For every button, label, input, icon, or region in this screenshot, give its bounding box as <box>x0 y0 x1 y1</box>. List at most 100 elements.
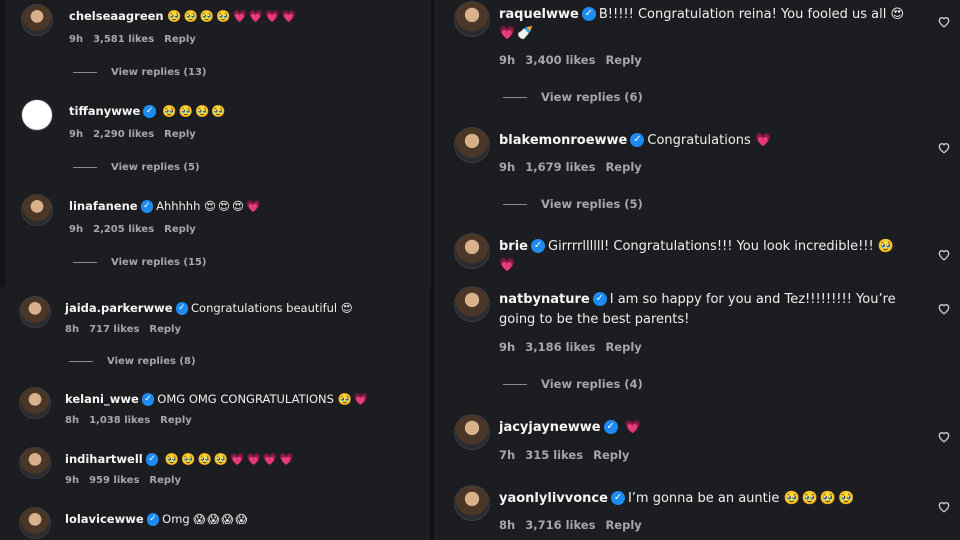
comment-line: blakemonroewwe ✓ Congratulations 💗 <box>499 133 773 148</box>
avatar[interactable] <box>21 194 53 226</box>
reply-link[interactable]: Reply <box>164 34 196 45</box>
view-replies-link[interactable]: View replies (13) <box>73 67 207 78</box>
emoji: 💗 <box>754 132 772 148</box>
comment-text: Congratulations <box>647 132 755 148</box>
likes-count[interactable]: 2,290 likes <box>93 129 154 140</box>
username-link[interactable]: linafanene <box>69 199 138 213</box>
comment-text-continued: going to be the best parents! <box>499 311 690 327</box>
reply-link[interactable]: Reply <box>605 53 641 67</box>
likes-count[interactable]: 3,581 likes <box>93 34 154 45</box>
comment-meta: 9h 3,400 likes Reply <box>499 53 652 67</box>
heart-outline-icon[interactable] <box>937 139 951 158</box>
emoji: 😱 <box>235 512 248 527</box>
heart-outline-icon[interactable] <box>937 498 951 517</box>
avatar[interactable] <box>21 99 53 131</box>
reply-link[interactable]: Reply <box>160 415 192 426</box>
verified-badge-icon: ✓ <box>175 302 189 315</box>
avatar[interactable] <box>454 485 490 521</box>
likes-count[interactable]: 1,038 likes <box>89 415 150 426</box>
emoji: 🥹 <box>801 490 818 506</box>
likes-count[interactable]: 1,679 likes <box>525 160 595 174</box>
replies-divider <box>503 97 527 99</box>
view-replies-label: View replies (6) <box>541 90 643 105</box>
heart-outline-icon[interactable] <box>937 13 951 32</box>
comment-text: OMG OMG CONGRATULATIONS <box>157 391 338 406</box>
likes-count[interactable]: 959 likes <box>89 475 139 486</box>
comment-line-2: going to be the best parents! <box>499 312 689 327</box>
view-replies-label: View replies (15) <box>111 257 207 269</box>
username-link[interactable]: indihartwell <box>65 452 143 466</box>
comment-line: jaida.parkerwwe ✓ Congratulations beautifu… <box>65 301 355 316</box>
likes-count[interactable]: 717 likes <box>89 324 139 335</box>
emoji: 🥹 <box>216 9 231 24</box>
view-replies-link[interactable]: View replies (5) <box>73 162 200 173</box>
likes-count[interactable]: 3,186 likes <box>525 340 595 354</box>
verified-badge-icon: ✓ <box>630 133 645 148</box>
username-link[interactable]: yaonlylivvonce <box>499 491 608 506</box>
view-replies-link[interactable]: View replies (15) <box>73 257 207 268</box>
emoji: 💗 <box>624 419 641 435</box>
timestamp: 7h <box>499 448 516 463</box>
reply-link[interactable]: Reply <box>149 475 181 486</box>
comment-line: lolavicewwe ✓ Omg 😱 😱 😱 😱 <box>65 512 249 527</box>
timestamp: 8h <box>65 415 80 427</box>
likes-count[interactable]: 3,400 likes <box>525 53 595 67</box>
view-replies-link[interactable]: View replies (8) <box>69 356 196 367</box>
replies-divider <box>503 204 527 206</box>
avatar[interactable] <box>454 233 490 269</box>
verified-badge-icon: ✓ <box>146 513 160 526</box>
timestamp: 9h <box>69 224 84 236</box>
timestamp: 9h <box>69 129 84 141</box>
timestamp: 9h <box>69 34 84 46</box>
reply-link[interactable]: Reply <box>605 340 641 354</box>
heart-outline-icon[interactable] <box>937 428 951 447</box>
username-link[interactable]: blakemonroewwe <box>499 133 627 148</box>
reply-link[interactable]: Reply <box>605 160 641 174</box>
comment-meta: 8h 3,716 likes Reply <box>499 518 652 532</box>
comment-line: tiffanywwe ✓ 🥹 🥹 🥹 🥹 <box>69 104 228 119</box>
timestamp: 9h <box>499 340 516 355</box>
comment-meta: 9h 2,205 likes Reply <box>69 224 206 235</box>
username-link[interactable]: brie <box>499 239 528 254</box>
username-link[interactable]: raquelwwe <box>499 7 579 22</box>
likes-count[interactable]: 3,716 likes <box>525 518 595 532</box>
username-link[interactable]: jaida.parkerwwe <box>65 301 173 315</box>
likes-count[interactable]: 2,205 likes <box>93 224 154 235</box>
avatar[interactable] <box>454 127 490 163</box>
reply-link[interactable]: Reply <box>164 224 196 235</box>
replies-divider <box>69 360 93 362</box>
avatar[interactable] <box>454 414 490 450</box>
replies-divider <box>73 166 97 168</box>
avatar[interactable] <box>19 296 51 328</box>
comment-line: kelani_wwe ✓ OMG OMG CONGRATULATIONS 🥹 💗 <box>65 392 370 407</box>
avatar[interactable] <box>454 286 490 322</box>
emoji: 😍 <box>890 6 905 22</box>
emoji: 🥹 <box>877 238 895 254</box>
reply-link[interactable]: Reply <box>593 448 629 462</box>
username-link[interactable]: chelseaagreen <box>69 9 164 23</box>
likes-count[interactable]: 315 likes <box>525 448 583 462</box>
username-link[interactable]: kelani_wwe <box>65 392 139 406</box>
avatar[interactable] <box>19 447 51 479</box>
reply-link[interactable]: Reply <box>605 518 641 532</box>
replies-divider <box>503 384 527 386</box>
view-replies-link[interactable]: View replies (5) <box>503 197 643 211</box>
username-link[interactable]: natbynature <box>499 292 590 307</box>
reply-link[interactable]: Reply <box>164 129 196 140</box>
username-link[interactable]: lolavicewwe <box>65 512 144 526</box>
heart-outline-icon[interactable] <box>937 300 951 319</box>
reply-link[interactable]: Reply <box>149 324 181 335</box>
view-replies-link[interactable]: View replies (6) <box>503 90 643 104</box>
avatar[interactable] <box>21 4 53 36</box>
emoji: 🥹 <box>783 490 800 506</box>
replies-divider <box>73 71 97 73</box>
avatar[interactable] <box>454 1 490 37</box>
heart-outline-icon[interactable] <box>937 246 951 265</box>
view-replies-link[interactable]: View replies (4) <box>503 377 643 391</box>
avatar[interactable] <box>19 507 51 539</box>
comment-line: jacyjaynewwe ✓ 💗 <box>499 420 643 435</box>
username-link[interactable]: jacyjaynewwe <box>499 420 601 435</box>
verified-badge-icon: ✓ <box>145 453 159 466</box>
username-link[interactable]: tiffanywwe <box>69 104 140 118</box>
avatar[interactable] <box>19 387 51 419</box>
